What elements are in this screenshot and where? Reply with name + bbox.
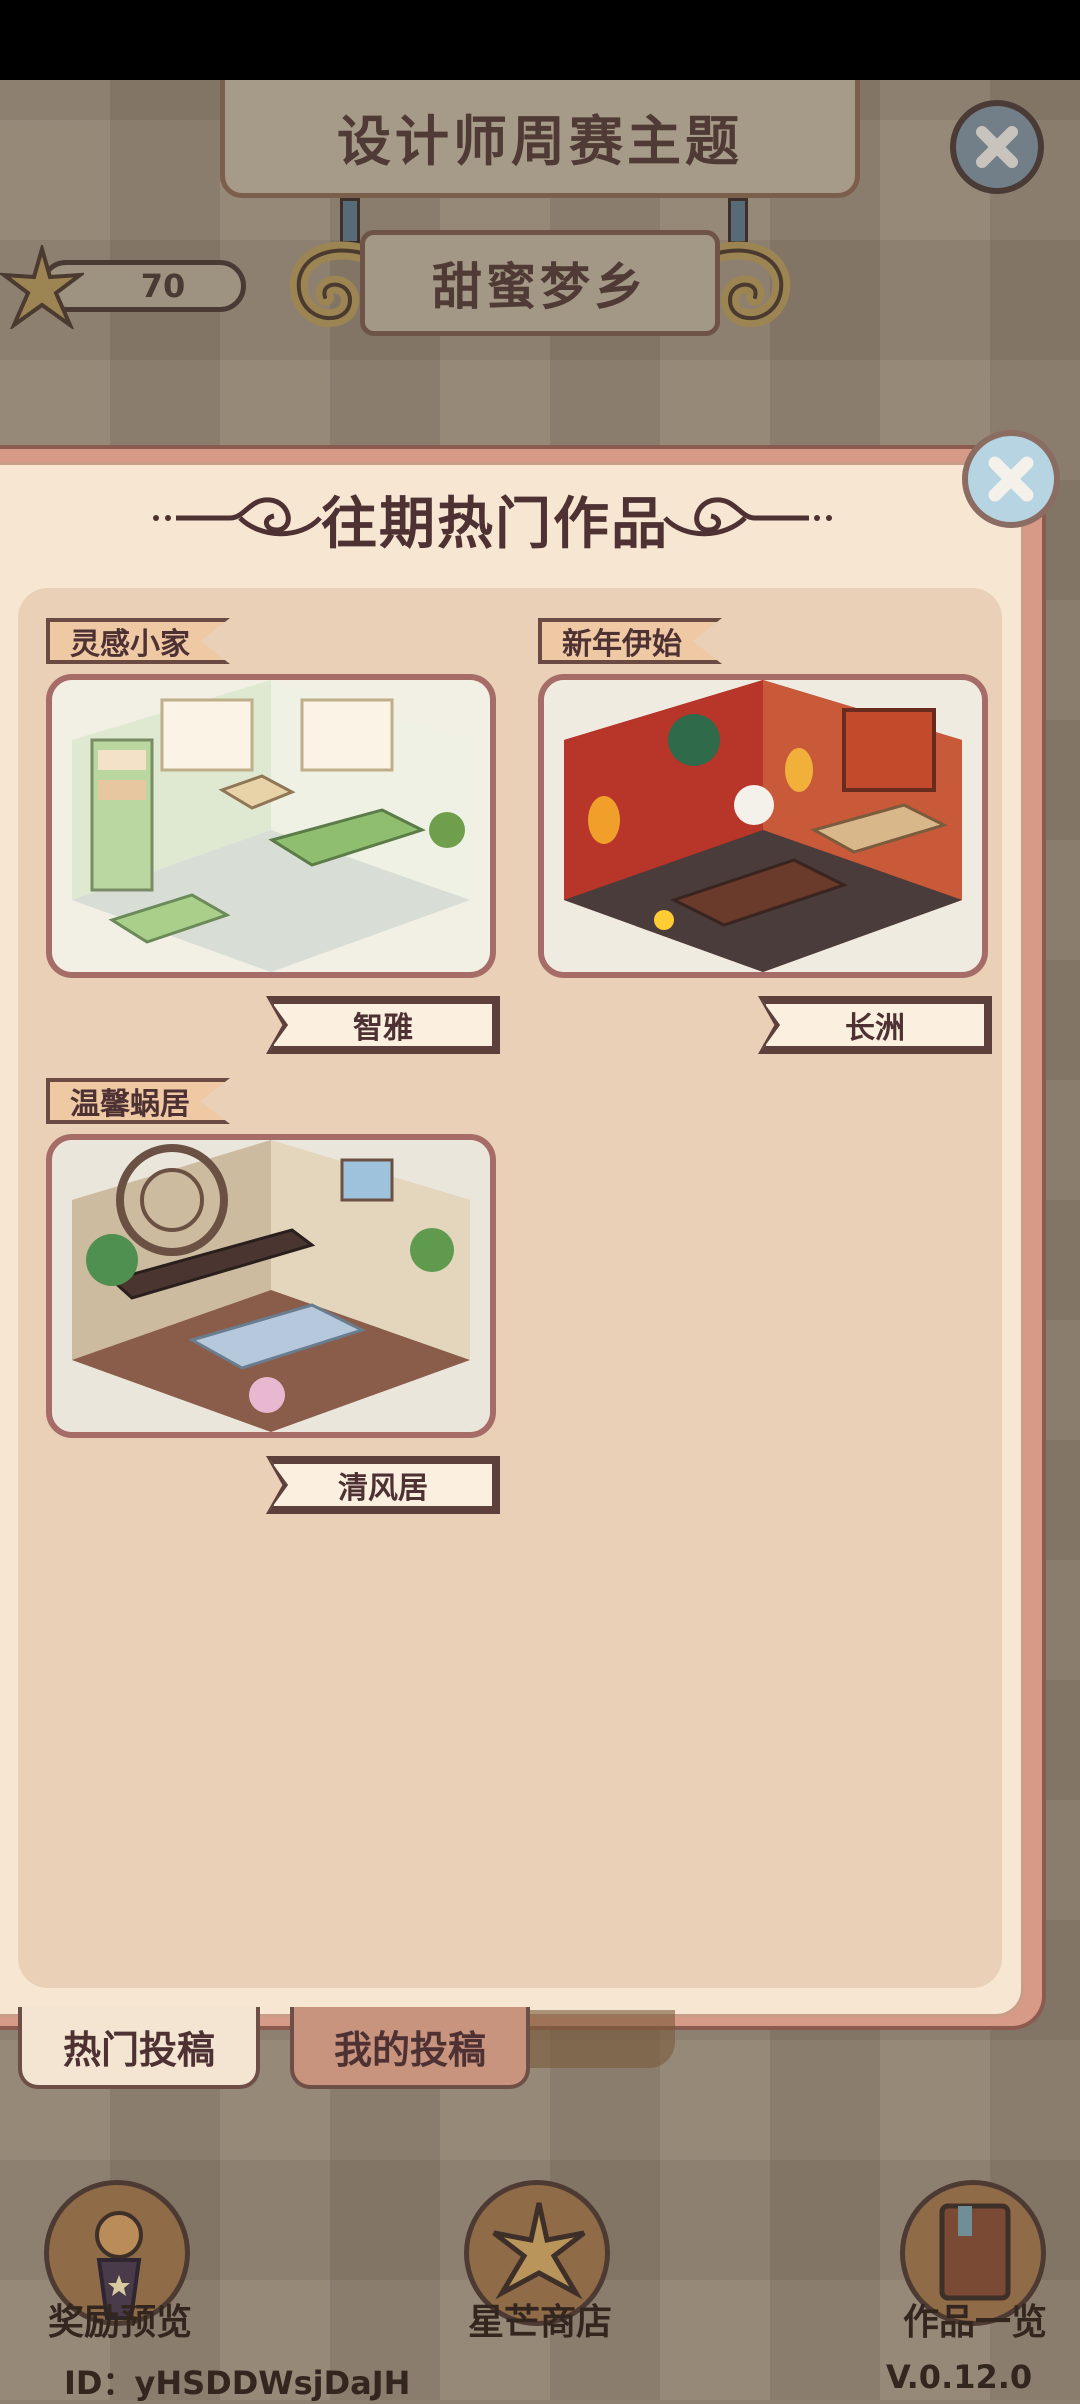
app-version: V.0.12.0 (886, 2358, 1033, 2396)
book-icon (939, 2203, 1011, 2301)
contest-theme: 甜蜜梦乡 (432, 258, 648, 316)
user-id: ID：yHSDDWsjDaJH (64, 2364, 411, 2402)
work-tag: 新年伊始 (538, 618, 722, 664)
work-author: 智雅 (270, 1000, 496, 1050)
room-thumbnail-image (52, 680, 490, 972)
tab-label: 我的投稿 (333, 2027, 486, 2072)
work-thumbnail[interactable] (46, 1134, 496, 1438)
tab-my-submissions[interactable]: 我的投稿 (290, 2007, 530, 2089)
work-tag: 灵感小家 (46, 618, 230, 664)
works-list-label: 作品一览 (902, 2302, 1047, 2343)
work-tag: 温馨蜗居 (46, 1078, 230, 1124)
contest-title-banner: 设计师周赛主题 (220, 80, 860, 198)
work-thumbnail[interactable] (46, 674, 496, 978)
work-author: 清风居 (270, 1460, 496, 1510)
close-contest-button[interactable] (950, 100, 1044, 194)
contest-title: 设计师周赛主题 (337, 110, 743, 173)
rewards-preview-label: 奖励预览 (47, 2302, 192, 2343)
contest-theme-banner: 甜蜜梦乡 (360, 230, 720, 336)
work-author: 长洲 (762, 1000, 988, 1050)
room-thumbnail-image (52, 1140, 490, 1432)
close-popup-button[interactable] (962, 430, 1060, 528)
star-shop-label: 星芒商店 (467, 2302, 612, 2343)
hidden-tab-edge (525, 2010, 675, 2068)
panel-title: 往期热门作品 (321, 491, 669, 557)
star-count: 70 (140, 267, 186, 305)
room-thumbnail-image (544, 680, 982, 972)
status-bar (0, 0, 1080, 80)
tab-hot-submissions[interactable]: 热门投稿 (18, 2007, 260, 2089)
star-icon (0, 245, 84, 329)
close-icon (976, 126, 1018, 168)
tab-label: 热门投稿 (62, 2027, 215, 2072)
starburst-icon (492, 2202, 586, 2300)
close-icon (988, 456, 1034, 502)
works-grid: 灵感小家 智雅 新年伊始 长洲 温馨蜗居 清风居 (18, 588, 1002, 1988)
work-thumbnail[interactable] (538, 674, 988, 978)
